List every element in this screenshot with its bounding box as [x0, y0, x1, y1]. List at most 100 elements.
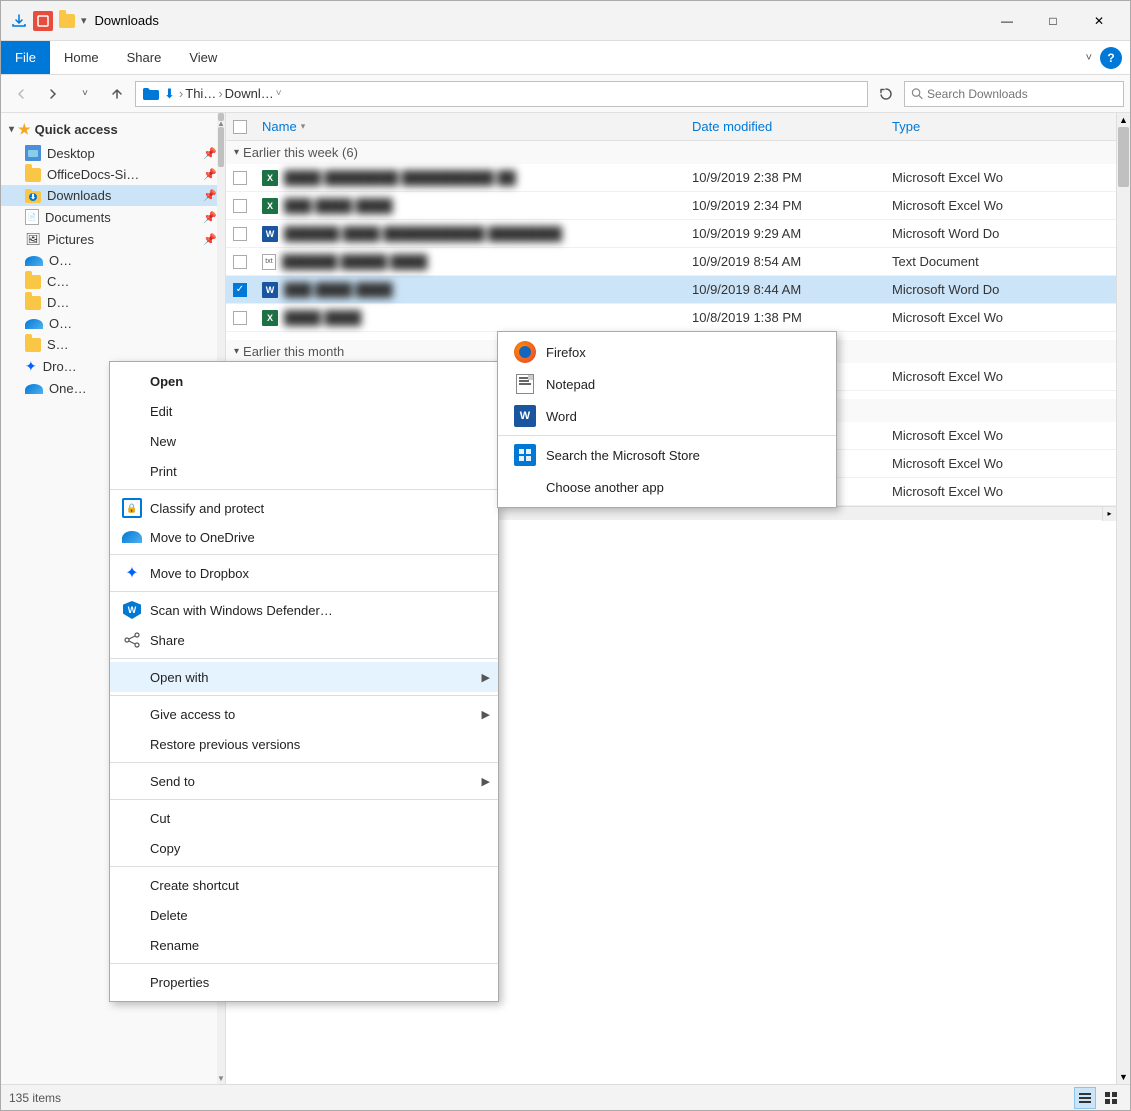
sidebar-item-desktop[interactable]: Desktop 📌 [1, 142, 225, 164]
maximize-button[interactable]: □ [1030, 5, 1076, 37]
table-row[interactable]: X ████ ████████ ██████████ ██ 10/9/2019 … [226, 164, 1116, 192]
sub-word[interactable]: W Word [498, 400, 836, 432]
row1-checkbox[interactable] [226, 171, 254, 185]
tab-share[interactable]: Share [113, 41, 176, 74]
row4-filename: ██████ █████ ████ [282, 254, 427, 269]
col-type-header[interactable]: Type [884, 119, 1116, 134]
header-checkbox[interactable] [226, 120, 254, 134]
minimize-button[interactable]: — [984, 5, 1030, 37]
quick-access-header[interactable]: ▾ ★ Quick access [1, 117, 225, 142]
qat-dropdown[interactable]: ▾ [81, 14, 87, 27]
checkbox2[interactable] [233, 199, 247, 213]
file-excel-icon3: X [262, 310, 278, 326]
tab-file[interactable]: File [1, 41, 50, 74]
qat-folder-icon[interactable] [57, 11, 77, 31]
table-row[interactable]: ✓ W ███ ████ ████ 10/9/2019 8:44 AM Micr… [226, 276, 1116, 304]
checkbox3[interactable] [233, 227, 247, 241]
search-input[interactable] [927, 87, 1117, 101]
ctx-edit[interactable]: Edit [110, 396, 498, 426]
ctx-properties[interactable]: Properties [110, 967, 498, 997]
ctx-open-with[interactable]: Open with ▶ [110, 662, 498, 692]
row3-checkbox[interactable] [226, 227, 254, 241]
table-row[interactable]: W ██████ ████ ███████████ ████████ 10/9/… [226, 220, 1116, 248]
sidebar-item-officedocs[interactable]: OfficeDocs-Si… 📌 [1, 164, 225, 185]
scroll-track[interactable] [1117, 127, 1130, 1070]
qat-icon2[interactable] [33, 11, 53, 31]
ctx-new[interactable]: New [110, 426, 498, 456]
scroll-down-btn[interactable]: ▼ [1117, 1070, 1131, 1084]
sidebar-item-cloud2[interactable]: C… [1, 271, 225, 292]
ctx-classify-label: Classify and protect [150, 501, 264, 516]
search-bar[interactable] [904, 81, 1124, 107]
table-row[interactable]: X ███ ████ ████ 10/9/2019 2:34 PM Micros… [226, 192, 1116, 220]
tab-view[interactable]: View [175, 41, 231, 74]
large-view-btn[interactable] [1100, 1087, 1122, 1109]
ctx-rename[interactable]: Rename [110, 930, 498, 960]
sidebar-item-cloud1[interactable]: O… [1, 250, 225, 271]
checkbox4[interactable] [233, 255, 247, 269]
col-date-header[interactable]: Date modified [684, 119, 884, 134]
back-button[interactable] [7, 80, 35, 108]
qat-download-icon[interactable] [9, 11, 29, 31]
sidebar-item-documents[interactable]: 📄 Documents 📌 [1, 206, 225, 228]
table-row[interactable]: txt ██████ █████ ████ 10/9/2019 8:54 AM … [226, 248, 1116, 276]
close-button[interactable]: ✕ [1076, 5, 1122, 37]
ctx-create-shortcut[interactable]: Create shortcut [110, 870, 498, 900]
help-button[interactable]: ? [1100, 47, 1122, 69]
tab-home[interactable]: Home [50, 41, 113, 74]
sidebar-item-cloud4[interactable]: O… [1, 313, 225, 334]
ribbon-chevron[interactable]: ˅ [1082, 48, 1096, 68]
sidebar-item-downloads[interactable]: ⬇ Downloads 📌 [1, 185, 225, 206]
ctx-share[interactable]: Share [110, 625, 498, 655]
address-path-icon: ⬇ [164, 86, 175, 102]
scroll-thumb[interactable] [1118, 127, 1129, 187]
select-all-checkbox[interactable] [233, 120, 247, 134]
address-dropdown[interactable]: ˅ [276, 88, 282, 99]
row1-type: Microsoft Excel Wo [884, 170, 1116, 185]
col-name-header[interactable]: Name ▾ [254, 119, 684, 134]
cloud3-icon [25, 296, 41, 310]
sidebar-item-pictures[interactable]: 🖼 Pictures 📌 [1, 228, 225, 250]
ctx-give-access[interactable]: Give access to ▶ [110, 699, 498, 729]
row4-checkbox[interactable] [226, 255, 254, 269]
row5-checkbox[interactable]: ✓ [226, 283, 254, 297]
ctx-print[interactable]: Print [110, 456, 498, 486]
up-button[interactable] [103, 80, 131, 108]
ctx-copy[interactable]: Copy [110, 833, 498, 863]
ctx-send-to[interactable]: Send to ▶ [110, 766, 498, 796]
group-earlier-week[interactable]: ▾ Earlier this week (6) [226, 141, 1116, 164]
group-label: Earlier this week (6) [243, 145, 358, 160]
refresh-button[interactable] [872, 80, 900, 108]
checkbox6[interactable] [233, 311, 247, 325]
table-row[interactable]: X ████ ████ 10/8/2019 1:38 PM Microsoft … [226, 304, 1116, 332]
checkbox5[interactable]: ✓ [233, 283, 247, 297]
forward-button[interactable] [39, 80, 67, 108]
row6-checkbox[interactable] [226, 311, 254, 325]
ctx-delete[interactable]: Delete [110, 900, 498, 930]
checkbox1[interactable] [233, 171, 247, 185]
ctx-properties-label: Properties [150, 975, 209, 990]
ctx-scan-defender[interactable]: W Scan with Windows Defender… [110, 595, 498, 625]
sub-store[interactable]: Search the Microsoft Store [498, 439, 836, 471]
sub-choose-app[interactable]: Choose another app [498, 471, 836, 503]
file-list-scrollbar[interactable]: ▲ ▼ [1116, 113, 1130, 1084]
sidebar-item-cloud3[interactable]: D… [1, 292, 225, 313]
ctx-cut[interactable]: Cut [110, 803, 498, 833]
sub-notepad[interactable]: Notepad [498, 368, 836, 400]
row2-checkbox[interactable] [226, 199, 254, 213]
sub-firefox[interactable]: Firefox [498, 336, 836, 368]
scroll-up-btn[interactable]: ▲ [1117, 113, 1131, 127]
row5-type: Microsoft Word Do [884, 282, 1116, 297]
ctx-move-onedrive[interactable]: Move to OneDrive [110, 523, 498, 551]
detail-view-btn[interactable] [1074, 1087, 1096, 1109]
recent-locations-button[interactable]: ˅ [71, 80, 99, 108]
file-excel-icon1: X [262, 170, 278, 186]
sidebar-item-cloud5[interactable]: S… [1, 334, 225, 355]
ctx-classify[interactable]: 🔒 Classify and protect [110, 493, 498, 523]
address-bar[interactable]: ⬇ › Thi… › Downl… ˅ [135, 81, 868, 107]
ctx-restore[interactable]: Restore previous versions [110, 729, 498, 759]
sub-choose-label: Choose another app [546, 480, 664, 495]
scroll-right-btn[interactable]: ▸ [1102, 507, 1116, 521]
ctx-open[interactable]: Open [110, 366, 498, 396]
ctx-move-dropbox[interactable]: ✦ Move to Dropbox [110, 558, 498, 588]
